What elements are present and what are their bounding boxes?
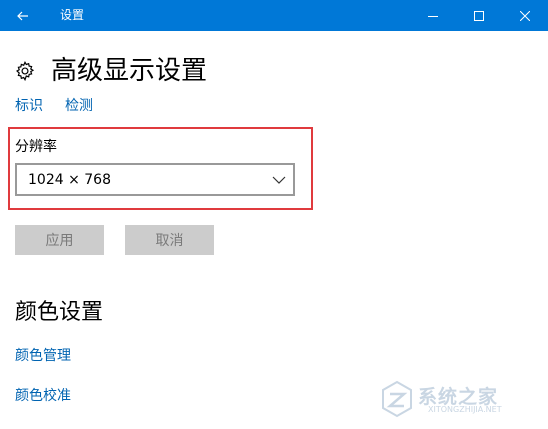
maximize-icon	[474, 10, 484, 21]
watermark-url: XITONGZHIJIA.NET	[428, 405, 502, 414]
minimize-button[interactable]	[410, 0, 456, 31]
title-bar: 设置	[0, 0, 548, 31]
minimize-icon	[428, 15, 438, 17]
resolution-dropdown[interactable]: 1024 × 768	[15, 163, 295, 196]
color-management-link[interactable]: 颜色管理	[15, 347, 71, 365]
chevron-down-icon	[272, 176, 286, 184]
gear-icon	[14, 60, 36, 82]
close-icon	[520, 10, 530, 21]
close-button[interactable]	[502, 0, 548, 31]
detect-link[interactable]: 检测	[65, 97, 93, 115]
color-calibration-link[interactable]: 颜色校准	[15, 387, 71, 405]
identify-link[interactable]: 标识	[15, 97, 43, 115]
resolution-value: 1024 × 768	[28, 172, 111, 188]
resolution-label: 分辨率	[15, 139, 57, 155]
back-button[interactable]	[0, 0, 46, 31]
watermark-logo: 系统之家 XITONGZHIJIA.NET	[380, 378, 542, 422]
watermark-icon	[382, 380, 412, 418]
page-title: 高级显示设置	[51, 56, 208, 86]
window-title: 设置	[60, 8, 85, 22]
cancel-button[interactable]: 取消	[125, 225, 214, 255]
maximize-button[interactable]	[456, 0, 502, 31]
back-arrow-icon	[17, 11, 28, 20]
apply-button[interactable]: 应用	[15, 225, 104, 255]
color-settings-heading: 颜色设置	[15, 300, 104, 325]
